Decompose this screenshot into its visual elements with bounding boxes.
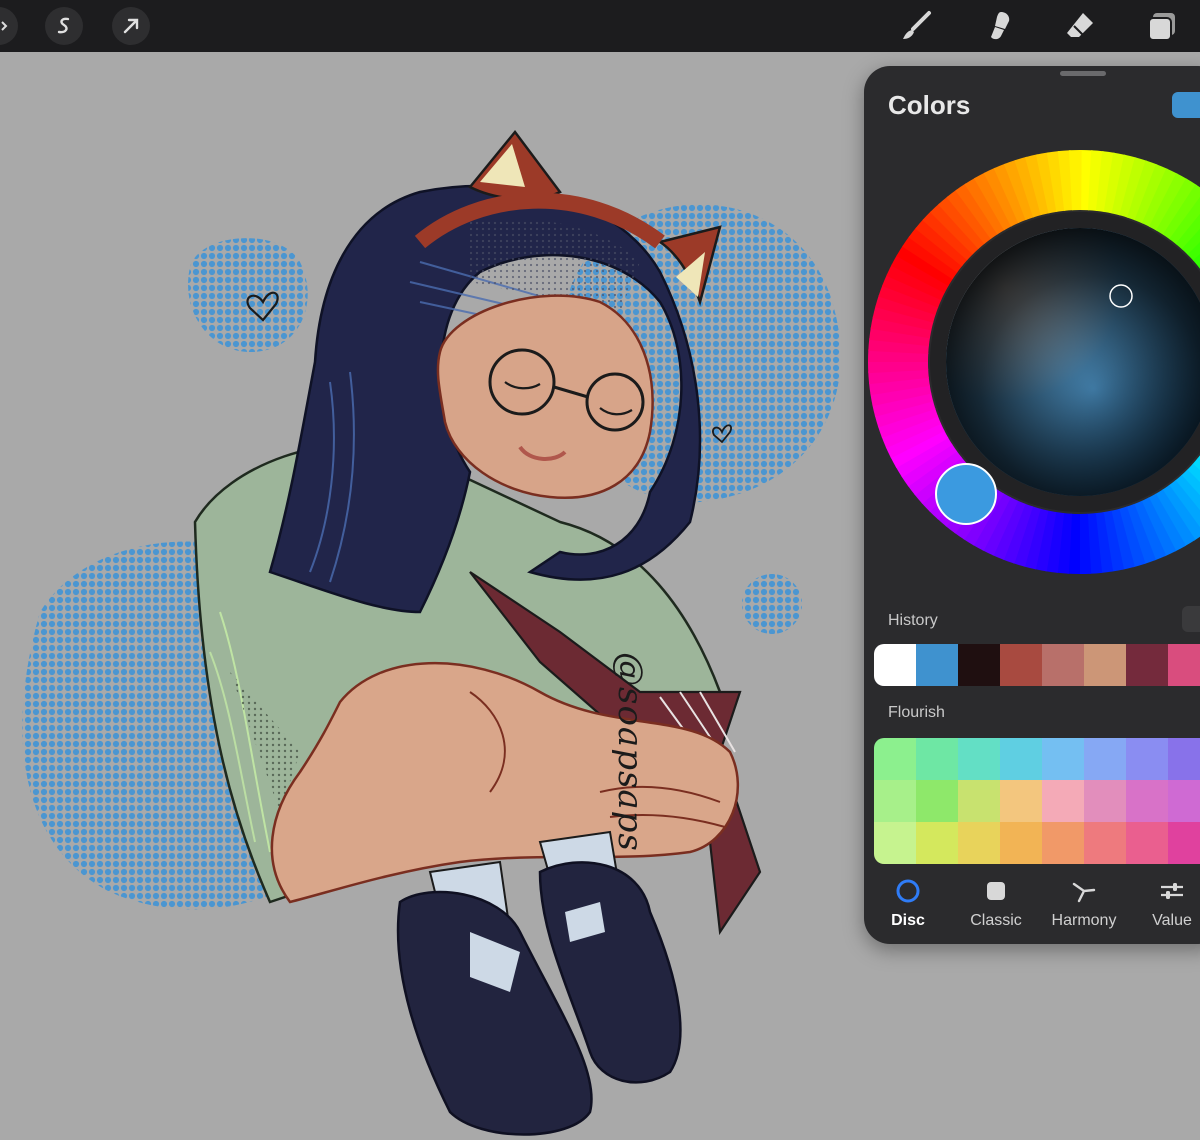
sliders-icon <box>1161 883 1183 899</box>
history-swatches <box>874 644 1200 686</box>
brush-tool[interactable] <box>898 8 934 44</box>
history-swatch[interactable] <box>1126 644 1168 686</box>
palette-swatch[interactable] <box>1084 822 1126 864</box>
history-swatch[interactable] <box>1084 644 1126 686</box>
brush-icon <box>903 11 931 39</box>
palette-swatch[interactable] <box>1042 822 1084 864</box>
palette-swatch[interactable] <box>874 822 916 864</box>
palette-swatch[interactable] <box>1126 738 1168 780</box>
tab-disc[interactable]: Disc <box>864 874 952 944</box>
palette-swatch[interactable] <box>1126 822 1168 864</box>
tab-label: Disc <box>891 912 925 929</box>
palette-swatch[interactable] <box>1042 738 1084 780</box>
palette-swatch[interactable] <box>1168 780 1200 822</box>
transform-icon <box>123 18 139 34</box>
eraser-tool[interactable] <box>1062 8 1098 44</box>
palette-swatch[interactable] <box>958 780 1000 822</box>
palette-swatch[interactable] <box>1126 780 1168 822</box>
panel-title: Colors <box>888 90 971 120</box>
top-toolbar <box>0 0 1200 52</box>
history-label: History <box>888 612 938 629</box>
palette-grid <box>874 738 1200 864</box>
history-swatch[interactable] <box>1042 644 1084 686</box>
palette-swatch[interactable] <box>916 738 958 780</box>
palette-swatch[interactable] <box>916 780 958 822</box>
colors-panel: Colors History Flourish Disc Classic Har… <box>864 66 1200 944</box>
color-mode-tabs: Disc Classic Harmony Value <box>864 874 1200 944</box>
layers-tool[interactable] <box>1144 8 1180 44</box>
color-disc[interactable] <box>868 148 1200 578</box>
tab-classic[interactable]: Classic <box>952 874 1040 944</box>
smudge-icon <box>991 12 1010 40</box>
selection-button[interactable] <box>45 7 83 45</box>
palette-swatch[interactable] <box>1000 780 1042 822</box>
history-swatch[interactable] <box>874 644 916 686</box>
palette-swatch[interactable] <box>1000 822 1042 864</box>
tab-label: Harmony <box>1051 912 1117 929</box>
brush-dropdown-button[interactable] <box>0 7 18 45</box>
tab-label: Classic <box>970 912 1022 929</box>
history-swatch[interactable] <box>916 644 958 686</box>
palette-swatch[interactable] <box>916 822 958 864</box>
history-clear-button[interactable] <box>1182 606 1200 632</box>
selection-icon <box>57 17 70 34</box>
palette-swatch[interactable] <box>1084 738 1126 780</box>
palette-swatch[interactable] <box>1168 822 1200 864</box>
tab-label: Value <box>1152 912 1192 929</box>
palette-swatch[interactable] <box>958 822 1000 864</box>
palette-name: Flourish <box>888 704 945 721</box>
classic-square-icon <box>987 882 1005 900</box>
tab-value[interactable]: Value <box>1128 874 1200 944</box>
artist-signature: @soapsaps <box>610 652 650 852</box>
smudge-tool[interactable] <box>980 8 1016 44</box>
palette-swatch[interactable] <box>874 780 916 822</box>
palette-swatch[interactable] <box>1168 738 1200 780</box>
current-color-swatch[interactable] <box>1172 92 1200 118</box>
palette-swatch[interactable] <box>1000 738 1042 780</box>
tab-harmony[interactable]: Harmony <box>1040 874 1128 944</box>
harmony-icon <box>1072 882 1096 903</box>
history-swatch[interactable] <box>1000 644 1042 686</box>
palette-swatch[interactable] <box>874 738 916 780</box>
hue-handle[interactable] <box>935 463 997 525</box>
panel-grabber[interactable] <box>1060 71 1106 76</box>
history-swatch[interactable] <box>1168 644 1200 686</box>
history-swatch[interactable] <box>958 644 1000 686</box>
chevron-icon <box>1 21 8 31</box>
disc-icon <box>896 879 920 903</box>
transform-button[interactable] <box>112 7 150 45</box>
palette-swatch[interactable] <box>1084 780 1126 822</box>
layers-icon <box>1148 13 1175 41</box>
palette-swatch[interactable] <box>1042 780 1084 822</box>
eraser-icon <box>1067 13 1093 37</box>
palette-swatch[interactable] <box>958 738 1000 780</box>
